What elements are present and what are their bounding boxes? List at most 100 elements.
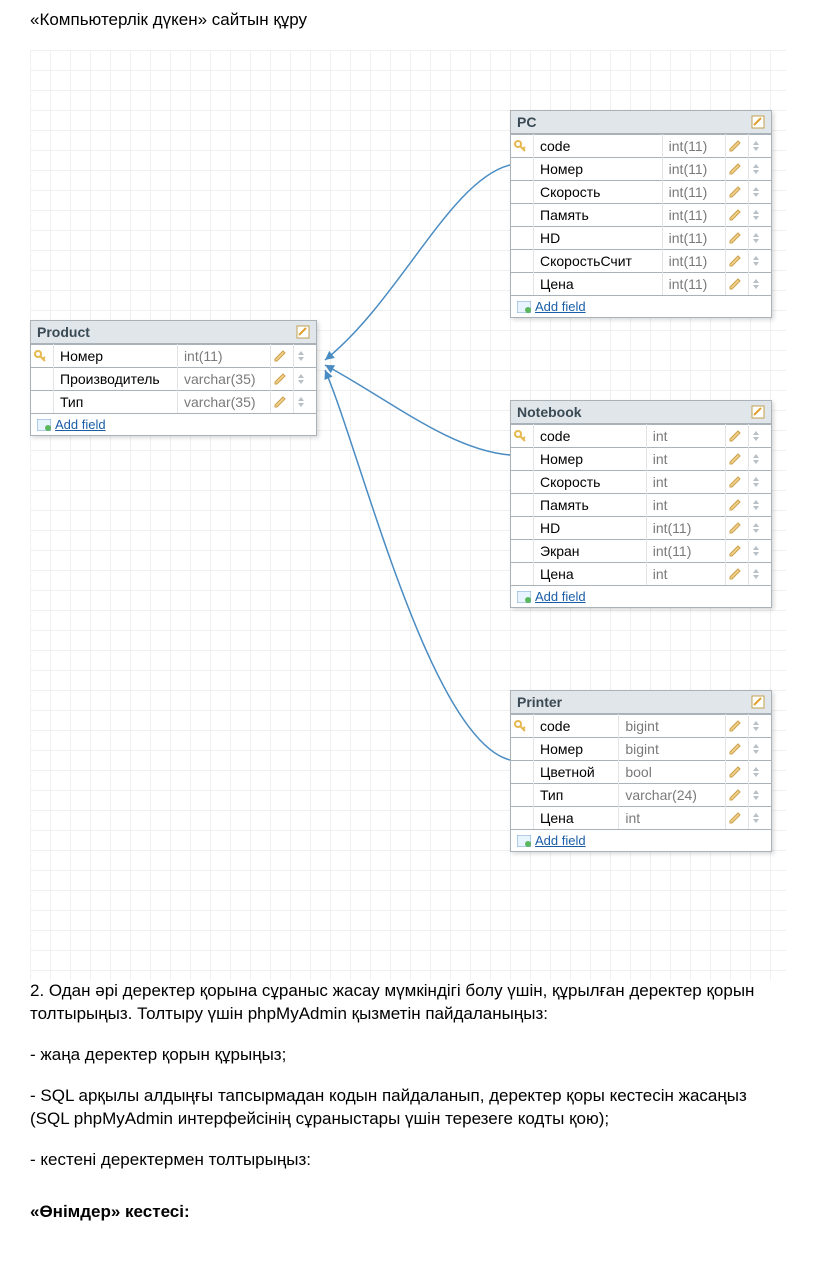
add-field-icon[interactable] bbox=[517, 301, 531, 313]
sort-icon[interactable] bbox=[294, 368, 317, 391]
table-product[interactable]: Product Номерint(11)Производительvarchar… bbox=[30, 320, 317, 436]
sort-icon[interactable] bbox=[749, 494, 772, 517]
sort-icon[interactable] bbox=[749, 227, 772, 250]
field-row[interactable]: Экранint(11) bbox=[511, 540, 771, 563]
pencil-icon[interactable] bbox=[726, 517, 749, 540]
sort-icon[interactable] bbox=[749, 517, 772, 540]
sort-icon[interactable] bbox=[749, 204, 772, 227]
field-type: int(11) bbox=[646, 540, 725, 563]
pencil-icon[interactable] bbox=[271, 368, 294, 391]
key-icon bbox=[511, 273, 534, 296]
sort-icon[interactable] bbox=[749, 471, 772, 494]
field-row[interactable]: HDint(11) bbox=[511, 227, 771, 250]
edit-table-icon[interactable] bbox=[751, 695, 765, 709]
pencil-icon[interactable] bbox=[726, 158, 749, 181]
edit-table-icon[interactable] bbox=[751, 115, 765, 129]
sort-icon[interactable] bbox=[749, 738, 772, 761]
field-name: Цена bbox=[534, 563, 647, 586]
field-row[interactable]: Скоростьint(11) bbox=[511, 181, 771, 204]
sort-icon[interactable] bbox=[749, 761, 772, 784]
field-name: Производитель bbox=[54, 368, 178, 391]
pencil-icon[interactable] bbox=[726, 738, 749, 761]
pencil-icon[interactable] bbox=[726, 563, 749, 586]
field-row[interactable]: Скоростьint bbox=[511, 471, 771, 494]
add-field-link[interactable]: Add field bbox=[535, 299, 586, 314]
add-field-link[interactable]: Add field bbox=[55, 417, 106, 432]
field-type: bigint bbox=[619, 715, 726, 738]
page-title: «Компьютерлік дүкен» сайтын құру bbox=[30, 10, 786, 30]
field-type: int bbox=[646, 425, 725, 448]
sort-icon[interactable] bbox=[294, 345, 317, 368]
sort-icon[interactable] bbox=[749, 807, 772, 830]
sort-icon[interactable] bbox=[749, 135, 772, 158]
field-row[interactable]: Типvarchar(35) bbox=[31, 391, 316, 414]
field-row[interactable]: Памятьint(11) bbox=[511, 204, 771, 227]
sort-icon[interactable] bbox=[749, 540, 772, 563]
sort-icon[interactable] bbox=[749, 273, 772, 296]
field-type: varchar(24) bbox=[619, 784, 726, 807]
field-type: int bbox=[646, 563, 725, 586]
sort-icon[interactable] bbox=[749, 784, 772, 807]
field-row[interactable]: СкоростьСчитint(11) bbox=[511, 250, 771, 273]
field-row[interactable]: Типvarchar(24) bbox=[511, 784, 771, 807]
table-pc[interactable]: PC codeint(11)Номерint(11)Скоростьint(11… bbox=[510, 110, 772, 318]
field-row[interactable]: Номерint bbox=[511, 448, 771, 471]
table-notebook-body: codeintНомерintСкоростьintПамятьintHDint… bbox=[511, 424, 771, 585]
pencil-icon[interactable] bbox=[726, 250, 749, 273]
table-title: Product bbox=[37, 324, 90, 340]
sort-icon[interactable] bbox=[749, 448, 772, 471]
pencil-icon[interactable] bbox=[726, 715, 749, 738]
pencil-icon[interactable] bbox=[726, 425, 749, 448]
edit-table-icon[interactable] bbox=[751, 405, 765, 419]
add-field-link[interactable]: Add field bbox=[535, 833, 586, 848]
sort-icon[interactable] bbox=[749, 158, 772, 181]
field-name: Тип bbox=[534, 784, 619, 807]
field-row[interactable]: Производительvarchar(35) bbox=[31, 368, 316, 391]
field-row[interactable]: Номерint(11) bbox=[31, 345, 316, 368]
field-type: int(11) bbox=[662, 204, 725, 227]
add-field-link[interactable]: Add field bbox=[535, 589, 586, 604]
pencil-icon[interactable] bbox=[726, 181, 749, 204]
field-name: Номер bbox=[534, 738, 619, 761]
field-row[interactable]: HDint(11) bbox=[511, 517, 771, 540]
field-row[interactable]: Ценаint(11) bbox=[511, 273, 771, 296]
sort-icon[interactable] bbox=[749, 563, 772, 586]
sort-icon[interactable] bbox=[749, 715, 772, 738]
pencil-icon[interactable] bbox=[726, 204, 749, 227]
field-row[interactable]: Ценаint bbox=[511, 807, 771, 830]
pencil-icon[interactable] bbox=[726, 540, 749, 563]
pencil-icon[interactable] bbox=[726, 784, 749, 807]
field-row[interactable]: codebigint bbox=[511, 715, 771, 738]
field-row[interactable]: codeint(11) bbox=[511, 135, 771, 158]
field-row[interactable]: Номерint(11) bbox=[511, 158, 771, 181]
pencil-icon[interactable] bbox=[726, 448, 749, 471]
pencil-icon[interactable] bbox=[726, 494, 749, 517]
pencil-icon[interactable] bbox=[271, 391, 294, 414]
field-row[interactable]: Памятьint bbox=[511, 494, 771, 517]
add-field-icon[interactable] bbox=[37, 419, 51, 431]
pencil-icon[interactable] bbox=[726, 135, 749, 158]
table-title: Printer bbox=[517, 694, 562, 710]
table-product-body: Номерint(11)Производительvarchar(35)Типv… bbox=[31, 344, 316, 413]
key-icon bbox=[511, 135, 534, 158]
field-row[interactable]: Номерbigint bbox=[511, 738, 771, 761]
table-notebook[interactable]: Notebook codeintНомерintСкоростьintПамят… bbox=[510, 400, 772, 608]
sort-icon[interactable] bbox=[749, 181, 772, 204]
edit-table-icon[interactable] bbox=[296, 325, 310, 339]
sort-icon[interactable] bbox=[749, 250, 772, 273]
pencil-icon[interactable] bbox=[271, 345, 294, 368]
pencil-icon[interactable] bbox=[726, 273, 749, 296]
pencil-icon[interactable] bbox=[726, 227, 749, 250]
field-type: int(11) bbox=[662, 250, 725, 273]
add-field-icon[interactable] bbox=[517, 835, 531, 847]
pencil-icon[interactable] bbox=[726, 807, 749, 830]
field-row[interactable]: codeint bbox=[511, 425, 771, 448]
pencil-icon[interactable] bbox=[726, 471, 749, 494]
field-row[interactable]: Цветнойbool bbox=[511, 761, 771, 784]
table-printer[interactable]: Printer codebigintНомерbigintЦветнойbool… bbox=[510, 690, 772, 852]
sort-icon[interactable] bbox=[749, 425, 772, 448]
add-field-icon[interactable] bbox=[517, 591, 531, 603]
sort-icon[interactable] bbox=[294, 391, 317, 414]
field-row[interactable]: Ценаint bbox=[511, 563, 771, 586]
pencil-icon[interactable] bbox=[726, 761, 749, 784]
